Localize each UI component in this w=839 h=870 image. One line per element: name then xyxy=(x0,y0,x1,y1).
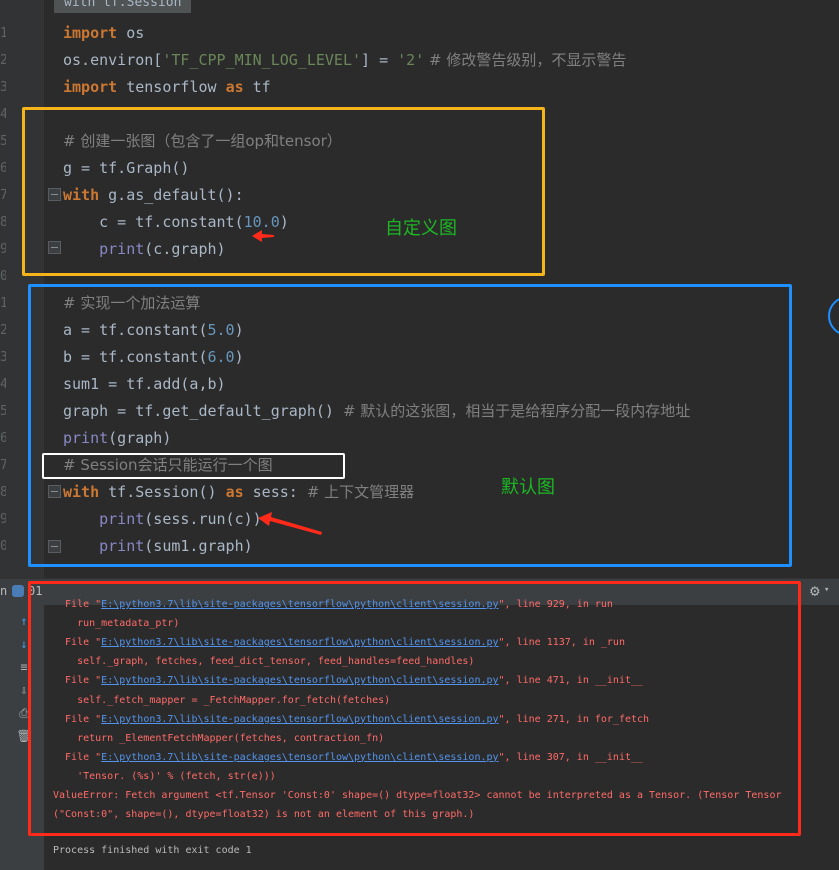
editor-tab-hint[interactable]: with tf.Session xyxy=(54,0,192,13)
code-token: # 修改警告级别，不显示警告 xyxy=(424,51,627,69)
line-number: 1 xyxy=(0,26,6,41)
scroll-indicator-icon xyxy=(828,296,839,336)
code-token: import xyxy=(63,78,118,96)
line-number: 9 xyxy=(0,512,6,527)
code-line[interactable]: import os xyxy=(63,20,144,47)
code-token: tf xyxy=(243,78,271,96)
line-number: 9 xyxy=(0,242,6,257)
default-graph-label: 默认图 xyxy=(501,477,555,498)
line-number: 2 xyxy=(0,323,6,338)
line-number: 5 xyxy=(0,134,6,149)
line-number: 6 xyxy=(0,431,6,446)
code-token: tensorflow xyxy=(117,78,226,96)
line-number: 0 xyxy=(0,269,6,284)
default-graph-highlight-box xyxy=(28,284,792,567)
line-number: 6 xyxy=(0,161,6,176)
session-comment-highlight-box xyxy=(42,453,345,479)
gear-icon[interactable]: ⚙ xyxy=(810,581,820,600)
code-token: ] = xyxy=(361,51,398,69)
line-number: 3 xyxy=(0,350,6,365)
code-token: os.environ[ xyxy=(63,51,163,69)
line-number: 4 xyxy=(0,377,6,392)
line-number: 1 xyxy=(0,296,6,311)
line-number: 0 xyxy=(0,539,6,554)
line-number: 8 xyxy=(0,485,6,500)
code-token: import xyxy=(63,24,118,42)
code-line[interactable]: import tensorflow as tf xyxy=(63,74,271,101)
line-number: 5 xyxy=(0,404,6,419)
code-token: 'TF_CPP_MIN_LOG_LEVEL' xyxy=(162,51,362,69)
line-number: 3 xyxy=(0,80,6,95)
custom-graph-highlight-box xyxy=(22,107,545,276)
code-token: os xyxy=(117,24,145,42)
code-editor[interactable]: 1 2 3 4 5 6 7 8 9 0 1 2 3 4 5 6 7 8 9 0 with tf.Session imp… xyxy=(0,0,839,578)
run-tab-label[interactable]: n xyxy=(0,584,7,598)
code-line[interactable]: os.environ['TF_CPP_MIN_LOG_LEVEL'] = '2'… xyxy=(63,47,626,74)
arrow-icon xyxy=(252,230,274,242)
code-token: as xyxy=(225,78,244,96)
line-number: 8 xyxy=(0,215,6,230)
custom-graph-label: 自定义图 xyxy=(385,218,457,239)
process-finished-text: Process finished with exit code 1 xyxy=(53,845,252,856)
line-number: 4 xyxy=(0,107,6,122)
line-number: 7 xyxy=(0,458,6,473)
dropdown-icon[interactable]: ▾ xyxy=(824,585,829,595)
arrow-icon xyxy=(258,512,322,535)
code-token: '2' xyxy=(397,51,425,69)
line-number: 2 xyxy=(0,53,6,68)
error-highlight-box xyxy=(28,581,801,836)
line-number: 7 xyxy=(0,188,6,203)
python-icon xyxy=(12,585,24,597)
